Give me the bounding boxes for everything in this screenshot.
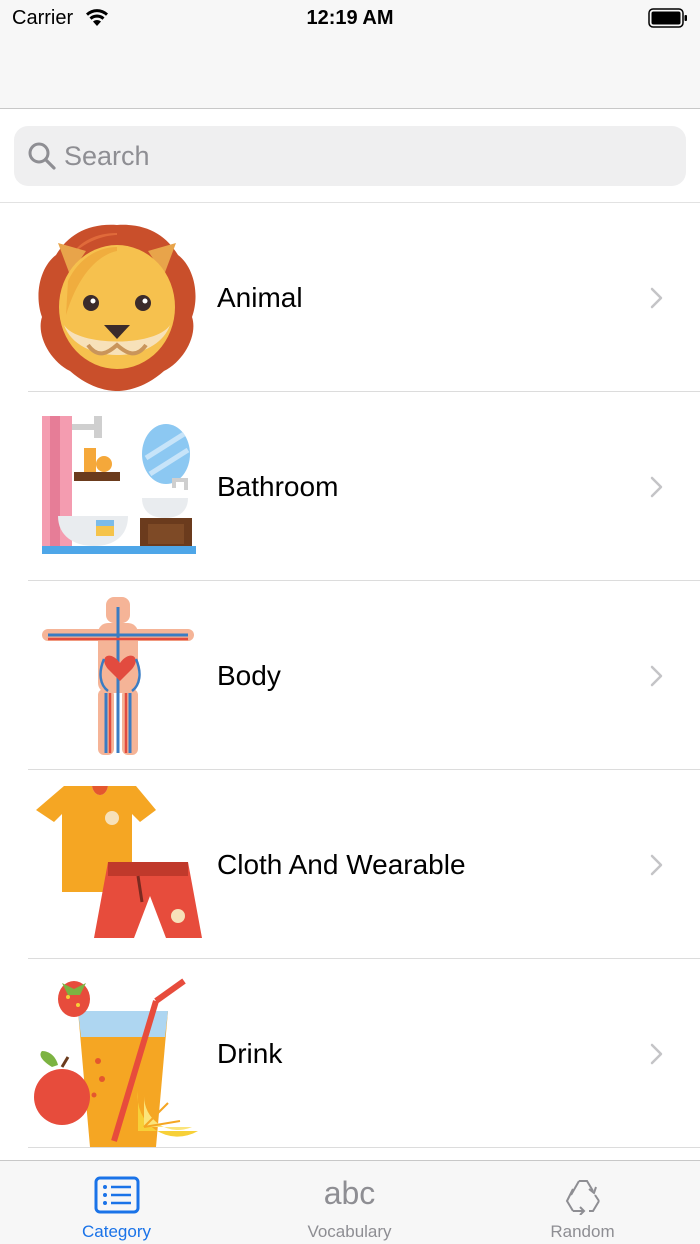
body-icon	[42, 597, 194, 755]
search-icon	[28, 142, 56, 170]
abc-icon: abc	[323, 1175, 376, 1211]
clock: 12:19 AM	[306, 7, 394, 29]
chevron-right-icon	[650, 665, 663, 687]
chevron-right-icon	[650, 854, 663, 876]
tab-label: Category	[82, 1222, 151, 1241]
list-item-bathroom[interactable]: Bathroom	[0, 392, 700, 581]
chevron-right-icon	[650, 1043, 663, 1065]
tab-random[interactable]: Random	[466, 1161, 699, 1244]
category-label: Drink	[217, 1038, 283, 1069]
tab-category[interactable]: Category	[0, 1161, 233, 1244]
search-input[interactable]	[64, 126, 664, 186]
category-list: Animal Bathroom Body Cloth And Wearable …	[0, 203, 700, 1160]
category-label: Animal	[217, 282, 303, 313]
tab-vocabulary[interactable]: abc Vocabulary	[233, 1161, 466, 1244]
chevron-right-icon	[650, 476, 663, 498]
lion-icon	[38, 224, 196, 391]
battery-icon	[648, 8, 687, 28]
list-item-drink[interactable]: Drink	[0, 959, 700, 1148]
tab-bar: Category abc Vocabulary Random	[0, 1160, 700, 1244]
search-bar[interactable]	[14, 126, 686, 186]
recycle-icon	[565, 1180, 600, 1215]
drink-icon	[34, 978, 198, 1147]
status-bar: Carrier 12:19 AM	[0, 0, 700, 36]
category-label: Cloth And Wearable	[217, 849, 466, 880]
navigation-bar	[0, 36, 700, 109]
chevron-right-icon	[650, 287, 663, 309]
clothes-icon	[36, 786, 202, 938]
tab-label: Vocabulary	[307, 1222, 392, 1241]
list-item-animal[interactable]: Animal	[0, 203, 700, 392]
list-item-cloth-and-wearable[interactable]: Cloth And Wearable	[0, 770, 700, 959]
bathroom-icon	[42, 416, 196, 554]
category-label: Body	[217, 660, 281, 691]
list-icon	[94, 1176, 139, 1214]
list-item-body[interactable]: Body	[0, 581, 700, 770]
search-area	[0, 109, 700, 203]
tab-label: Random	[550, 1222, 615, 1241]
category-label: Bathroom	[217, 471, 339, 502]
